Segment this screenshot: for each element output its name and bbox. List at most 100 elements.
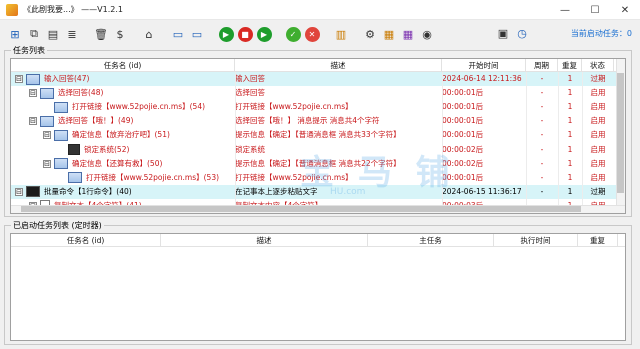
- table-row[interactable]: ⊟ 输入回答(47) 输入回答 2024-06-14 12:11:36 - 1 过期: [11, 72, 625, 87]
- eye-icon[interactable]: ◉: [418, 25, 436, 43]
- check-icon[interactable]: ✓: [284, 25, 302, 43]
- expand-toggle[interactable]: ⊟: [43, 131, 51, 140]
- task-description: 输入回答: [235, 74, 265, 84]
- close-button[interactable]: ✕: [610, 0, 640, 20]
- delete-icon[interactable]: 🗑: [92, 25, 110, 43]
- play-icon[interactable]: ▶: [217, 25, 235, 43]
- running-list-grid[interactable]: 任务名 (id) 描述 主任务 执行时间 重复: [10, 233, 626, 341]
- col-run-description[interactable]: 描述: [161, 234, 368, 247]
- task-status: 启用: [590, 116, 606, 126]
- task-name-cell: ⊟ 批量命令【1行命令】(40): [11, 185, 235, 199]
- task-list-hscrollbar[interactable]: [11, 205, 625, 213]
- expand-toggle[interactable]: ⊟: [29, 117, 37, 126]
- table-row[interactable]: 打开链接【www.52pojie.cn.ms】(54) 打开链接【www.52po…: [11, 100, 625, 114]
- table-row[interactable]: 锁定系统(52) 锁定系统 00:00:02后 - 1 启用: [11, 142, 625, 156]
- task-list-vscrollbar[interactable]: [616, 59, 625, 213]
- task-description: 锁定系统: [235, 144, 265, 154]
- task-name: 选择回答【哦！】(49): [58, 116, 134, 126]
- stop-icon[interactable]: ■: [236, 25, 254, 43]
- window-icon: [54, 129, 68, 141]
- timer-icon[interactable]: ◷: [513, 24, 531, 42]
- col-cycle[interactable]: 周期: [526, 59, 558, 72]
- expand-toggle[interactable]: ⊟: [43, 159, 51, 168]
- window-icon: [40, 115, 54, 127]
- tree-add-icon[interactable]: ⊞: [6, 25, 24, 43]
- running-list-header: 任务名 (id) 描述 主任务 执行时间 重复: [11, 234, 625, 247]
- task-cycle: -: [540, 102, 544, 112]
- note-icon[interactable]: ▥: [332, 25, 350, 43]
- task-name-cell: ⊟ 确定信息【还算有救】(50): [11, 157, 235, 171]
- table-row[interactable]: ⊟ 选择回答【哦！】(49) 选择回答【哦！】 消息提示 消息共4个字符 00:00:…: [11, 114, 625, 128]
- task-start-time: 00:00:01后: [442, 172, 484, 182]
- screen-icon[interactable]: ▣: [494, 24, 512, 42]
- window-icon: [54, 158, 68, 170]
- task-repeat: 1: [567, 186, 573, 196]
- col-run-exec-time[interactable]: 执行时间: [494, 234, 578, 247]
- table-row[interactable]: ⊟ 批量命令【1行命令】(40) 在记事本上逐步粘贴文字 2024-06-15 11:…: [11, 184, 625, 199]
- task-name-cell: 锁定系统(52): [11, 143, 235, 157]
- cancel-icon[interactable]: ✕: [303, 25, 321, 43]
- table-row[interactable]: ⊟ 确定信息【放弃治疗吧】(51) 提示信息【确定】【普通消息框 消息共33个字符】…: [11, 128, 625, 142]
- task-description: 提示信息【确定】【普通消息框 消息共22个字符】: [235, 158, 401, 168]
- col-run-task-name[interactable]: 任务名 (id): [11, 234, 161, 247]
- paste-icon[interactable]: ▤: [44, 25, 62, 43]
- capture-icon[interactable]: ⌂: [140, 25, 158, 43]
- table-row[interactable]: ⊟ 确定信息【还算有救】(50) 提示信息【确定】【普通消息框 消息共22个字符】 0…: [11, 157, 625, 171]
- expand-toggle[interactable]: ⊟: [15, 187, 23, 196]
- expand-toggle[interactable]: ⊟: [29, 89, 37, 98]
- task-repeat: 1: [567, 88, 573, 98]
- task-name: 确定信息【还算有救】(50): [72, 158, 163, 168]
- maximize-button[interactable]: ☐: [580, 0, 610, 20]
- task-status: 启用: [590, 102, 606, 112]
- task-repeat: 1: [567, 102, 573, 112]
- col-repeat[interactable]: 重复: [558, 59, 582, 72]
- task-description: 在记事本上逐步粘贴文字: [235, 186, 318, 196]
- window2-icon[interactable]: ▭: [188, 25, 206, 43]
- task-start-time: 00:00:02后: [442, 144, 484, 154]
- task-list-grid[interactable]: 任务名 (id) 描述 开始时间 周期 重复 状态 ⊟ 输入回答(47) 输入回答 2…: [10, 58, 626, 214]
- book-icon[interactable]: ▦: [380, 25, 398, 43]
- task-name-cell: ⊟ 确定信息【放弃治疗吧】(51): [11, 128, 235, 142]
- task-repeat: 1: [567, 130, 573, 140]
- copy-icon[interactable]: ⧉: [25, 25, 43, 43]
- task-repeat: 1: [567, 158, 573, 168]
- cmd-icon: [26, 186, 40, 198]
- task-start-time: 00:00:01后: [442, 88, 484, 98]
- col-description[interactable]: 描述: [235, 59, 442, 72]
- table-row[interactable]: 打开链接【www.52pojie.cn.ms】(53) 打开链接【www.52po…: [11, 171, 625, 185]
- task-description: 提示信息【确定】【普通消息框 消息共33个字符】: [235, 130, 401, 140]
- list-icon[interactable]: ≣: [63, 25, 81, 43]
- col-run-main-task[interactable]: 主任务: [368, 234, 494, 247]
- gear-icon[interactable]: ⚙: [361, 25, 379, 43]
- col-run-repeat[interactable]: 重复: [578, 234, 618, 247]
- window-title: 《此剧我要...》 ——V1.2.1: [23, 5, 123, 14]
- task-status: 过期: [590, 74, 606, 84]
- task-status: 过期: [590, 186, 606, 196]
- task-rows: ⊟ 输入回答(47) 输入回答 2024-06-14 12:11:36 - 1 过期 ⊟ 选择回…: [11, 72, 625, 213]
- task-cycle: -: [540, 88, 544, 98]
- task-status: 启用: [590, 88, 606, 98]
- task-list-header: 任务名 (id) 描述 开始时间 周期 重复 状态: [11, 59, 625, 72]
- window-icon[interactable]: ▭: [169, 25, 187, 43]
- task-cycle: -: [540, 74, 544, 84]
- task-cycle: -: [540, 158, 544, 168]
- table-row[interactable]: ⊟ 选择回答(48) 选择回答 00:00:01后 - 1 启用: [11, 86, 625, 100]
- window-icon: [40, 87, 54, 99]
- resume-icon[interactable]: ▶: [255, 25, 273, 43]
- col-task-name[interactable]: 任务名 (id): [11, 59, 235, 72]
- task-start-time: 00:00:02后: [442, 158, 484, 168]
- task-name: 输入回答(47): [44, 74, 90, 84]
- task-status: 启用: [590, 144, 606, 154]
- col-status[interactable]: 状态: [582, 59, 614, 72]
- book2-icon[interactable]: ▦: [399, 25, 417, 43]
- dollar-icon[interactable]: $: [111, 25, 129, 43]
- col-start-time[interactable]: 开始时间: [442, 59, 526, 72]
- minimize-button[interactable]: —: [550, 0, 580, 20]
- expand-toggle[interactable]: ⊟: [15, 75, 23, 84]
- task-list-group: 任务列表 任务名 (id) 描述 开始时间 周期 重复 状态 ⊟ 输入回答(47)…: [4, 46, 632, 217]
- app-icon: [6, 3, 18, 16]
- task-cycle: -: [540, 186, 544, 196]
- task-start-time: 00:00:01后: [442, 102, 484, 112]
- task-status: 启用: [590, 130, 606, 140]
- task-name: 锁定系统(52): [84, 144, 130, 154]
